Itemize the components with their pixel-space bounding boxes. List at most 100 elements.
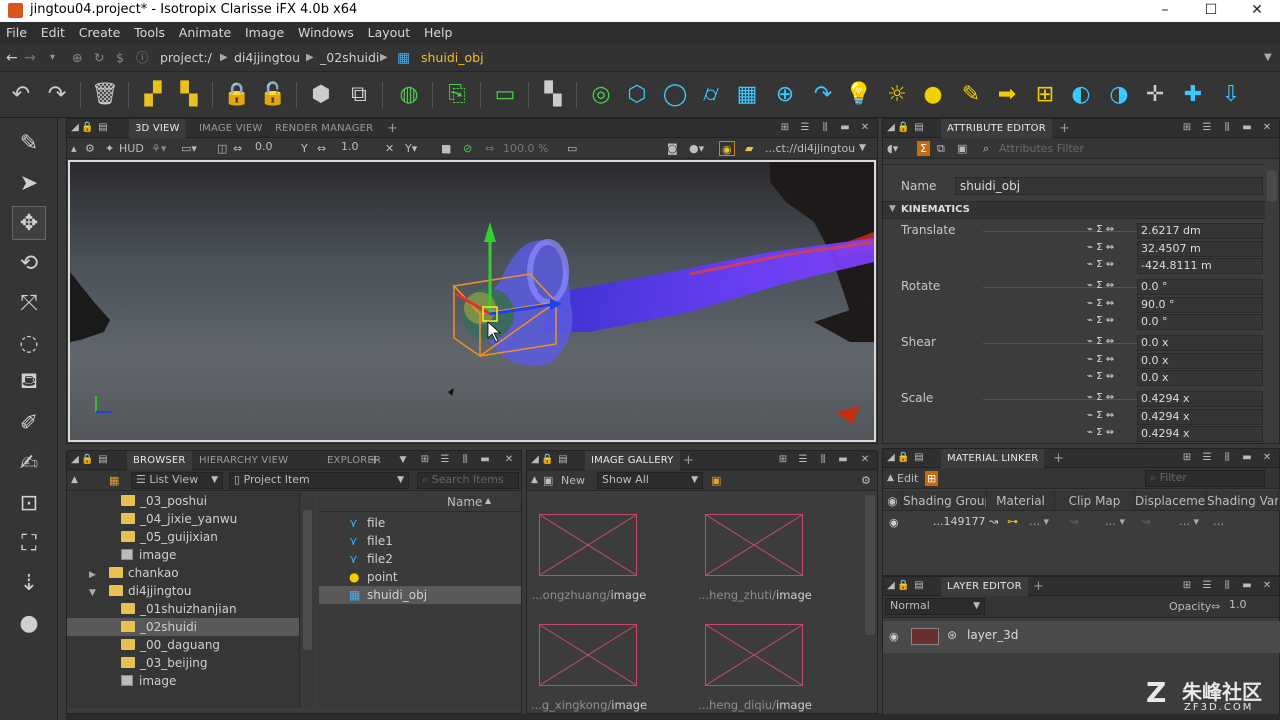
panel-collapse-icon[interactable]: ◢ — [69, 454, 81, 466]
unlock-icon[interactable]: 🔓 — [258, 80, 288, 110]
create-locator-icon[interactable]: ◎ — [586, 80, 616, 110]
material-icon[interactable]: ⊶ — [1007, 515, 1018, 528]
panel-lock-icon[interactable]: 🔒 — [897, 580, 909, 592]
script-icon[interactable]: ▭ — [490, 80, 520, 110]
displacement-dropdown-icon[interactable]: … ▾ — [1179, 515, 1199, 528]
view-menu-icon[interactable]: ▴ — [71, 141, 77, 156]
refresh-icon[interactable]: ↻ — [94, 49, 104, 67]
add-point-icon[interactable]: ✚ — [1178, 80, 1208, 110]
instance-icon[interactable]: ⧉ — [344, 80, 374, 110]
attr-animation-controls-icon[interactable]: ⌁ Σ ⇔ — [1087, 224, 1137, 235]
tree-item[interactable]: _05_guijixian — [67, 528, 299, 546]
items-header[interactable]: Name ▲ — [319, 492, 521, 512]
layout-split-v-icon[interactable]: ⫼ — [1221, 122, 1233, 134]
attr-field-rotate-z[interactable]: 0.0 ° — [1137, 314, 1263, 330]
stepper-icon[interactable]: ⇔ — [233, 141, 242, 156]
attr-field-translate-x[interactable]: 2.6217 dm — [1137, 223, 1263, 239]
layout-grid-icon[interactable]: ⊞ — [1181, 122, 1193, 134]
viewport-path[interactable]: ...ct://di4jjingtou — [765, 141, 855, 156]
maximize-button[interactable]: ☐ — [1188, 0, 1234, 22]
layout-split-h-icon[interactable]: ☰ — [1201, 580, 1213, 592]
tabs-dropdown-icon[interactable]: ▼ — [397, 454, 409, 466]
new-image-icon[interactable]: ▣ — [543, 473, 553, 488]
open-folder-icon[interactable]: ⎘ — [442, 80, 472, 110]
exposure-icon[interactable]: ◫ — [217, 141, 227, 156]
column-clip-map[interactable]: Clip Map — [1055, 491, 1135, 511]
select-tool-icon[interactable]: ➤ — [12, 166, 46, 200]
picker-tool-icon[interactable]: ✎ — [12, 126, 46, 160]
frame-tool-icon[interactable]: ⊡ — [12, 486, 46, 520]
up-arrow-icon[interactable]: ▲ — [531, 473, 538, 488]
close-panel-icon[interactable]: ✕ — [859, 122, 871, 134]
tree-scrollbar[interactable] — [299, 492, 315, 708]
tree-item[interactable]: _04_jixie_yanwu — [67, 510, 299, 528]
maximize-panel-icon[interactable]: ▬ — [479, 454, 491, 466]
layer-name[interactable]: layer_3d — [967, 628, 1018, 642]
kinematics-header[interactable]: ▼ KINEMATICS — [883, 201, 1265, 219]
tree-item[interactable]: _01shuizhanjian — [67, 600, 299, 618]
panel-lock-icon[interactable]: 🔒 — [541, 454, 553, 466]
close-panel-icon[interactable]: ✕ — [1261, 452, 1273, 464]
gallery-thumbnail[interactable] — [539, 514, 637, 576]
new-image-button[interactable]: New — [561, 473, 585, 488]
sun-light-icon[interactable]: ☼ — [882, 80, 912, 110]
list-item[interactable]: ⋎ file2 — [319, 550, 521, 568]
attr-field-shear-x[interactable]: 0.0 x — [1137, 335, 1263, 351]
layout-split-v-icon[interactable]: ⫼ — [819, 122, 831, 134]
info-icon[interactable]: ⓘ — [136, 49, 149, 67]
shading-variables-value[interactable]: … — [1213, 515, 1224, 528]
breadcrumb-di4jjingtou[interactable]: di4jjingtou — [234, 49, 300, 67]
new-context-icon[interactable]: ▦ — [109, 473, 119, 488]
tab-hierarchy-view[interactable]: HIERARCHY VIEW — [199, 451, 288, 470]
paste-icon[interactable]: ▣ — [957, 141, 967, 156]
create-grid-icon[interactable]: ▦ — [732, 80, 762, 110]
back-arrow-icon[interactable]: ← — [6, 49, 18, 67]
brush-tool-icon[interactable]: ✍ — [12, 446, 46, 480]
layout-split-h-icon[interactable]: ☰ — [1201, 122, 1213, 134]
group-icon[interactable]: ▞ — [138, 80, 168, 110]
tree-item[interactable]: _03_poshui — [67, 492, 299, 510]
attr-animation-controls-icon[interactable]: ⌁ Σ ⇔ — [1087, 242, 1137, 253]
ungroup-icon[interactable]: ▚ — [174, 80, 204, 110]
spot-light-icon[interactable]: ✎ — [956, 80, 986, 110]
history-dropdown-icon[interactable]: ▾ — [50, 49, 55, 67]
attr-animation-controls-icon[interactable]: ⌁ Σ ⇔ — [1087, 371, 1137, 382]
visibility-eye-icon[interactable]: ◉ — [889, 516, 899, 529]
layout-split-v-icon[interactable]: ⫼ — [817, 454, 829, 466]
column-shading-group[interactable]: Shading Group — [903, 491, 987, 511]
attr-field-translate-z[interactable]: -424.8111 m — [1137, 258, 1263, 274]
tab-image-view[interactable]: IMAGE VIEW — [199, 119, 262, 138]
maximize-panel-icon[interactable]: ▬ — [837, 454, 849, 466]
hud-label[interactable]: HUD — [119, 141, 144, 156]
panel-menu-icon[interactable]: ▤ — [913, 580, 925, 592]
panel-lock-icon[interactable]: 🔒 — [81, 454, 93, 466]
panel-collapse-icon[interactable]: ◢ — [885, 122, 897, 134]
material-dropdown-icon[interactable]: … ▾ — [1029, 515, 1049, 528]
create-box-icon[interactable]: ⬡ — [622, 80, 652, 110]
gamma-field[interactable]: 1.0 — [337, 140, 381, 156]
add-tab-button[interactable]: + — [1033, 577, 1044, 596]
folder-icon[interactable]: ▰ — [745, 141, 753, 156]
attr-animation-controls-icon[interactable]: ⌁ Σ ⇔ — [1087, 298, 1137, 309]
tools-icon[interactable]: ✕ — [385, 141, 394, 156]
import-scene-icon[interactable]: ◍ — [394, 80, 424, 110]
panel-collapse-icon[interactable]: ◢ — [885, 580, 897, 592]
clip-map-link-icon[interactable]: ↝ — [1069, 515, 1078, 528]
gallery-thumbnail[interactable] — [705, 514, 803, 576]
close-panel-icon[interactable]: ✕ — [1261, 122, 1273, 134]
tab-render-manager[interactable]: RENDER MANAGER — [275, 119, 373, 138]
breadcrumb-project[interactable]: project:/ — [160, 49, 212, 67]
maximize-panel-icon[interactable]: ▬ — [1241, 452, 1253, 464]
layout-split-h-icon[interactable]: ☰ — [439, 454, 451, 466]
menu-tools[interactable]: Tools — [130, 22, 169, 44]
panel-lock-icon[interactable]: 🔒 — [81, 122, 93, 134]
maximize-panel-icon[interactable]: ▬ — [1241, 122, 1253, 134]
panel-lock-icon[interactable]: 🔒 — [897, 122, 909, 134]
up-arrow-icon[interactable]: ▲ — [887, 471, 894, 486]
attr-animation-controls-icon[interactable]: ⌁ Σ ⇔ — [1087, 336, 1137, 347]
tab-layer-editor[interactable]: LAYER EDITOR — [941, 577, 1028, 596]
create-cylinder-icon[interactable]: ⌭ — [696, 80, 726, 110]
opacity-field[interactable]: 1.0 — [1225, 598, 1265, 615]
menu-windows[interactable]: Windows — [294, 22, 358, 44]
close-panel-icon[interactable]: ✕ — [859, 454, 871, 466]
